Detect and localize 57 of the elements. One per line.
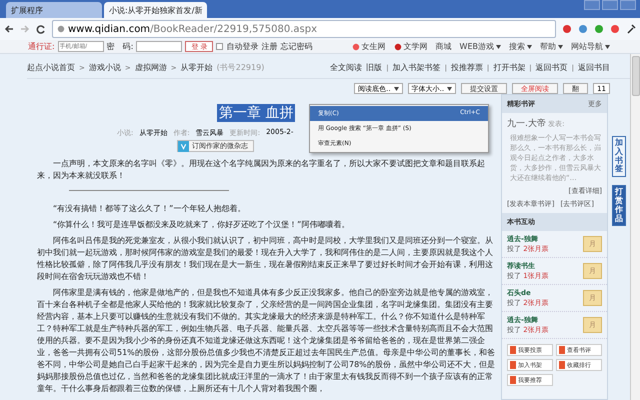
reload-icon[interactable] <box>36 24 46 34</box>
site-link[interactable]: WEB游戏 <box>460 41 494 52</box>
breadcrumb-link[interactable]: 起点小说首页 <box>27 62 75 73</box>
story-paragraph: 阿伟名叫吕伟是我的死党兼室友，从很小我们就认识了，初中同班，高中时是同校，大学里我们又是同班还分到一个寝室。从初中我们就一起玩游戏，那时候阿伟家的游戏室是我们的最爱！现在升入大学了，我和阿伟住的是二人间，主要原因就是我这个人性格比较孤僻，除了阿伟我几乎没有朋友！我们现在是大一新生，现在暑假刚结束反正来早了要过好长时间才会开始有课，利用这段时间在宿舍玩玩游戏也不错！ <box>36 235 494 283</box>
browser-tab[interactable]: 扩展程序 <box>6 2 102 18</box>
story-paragraph: “有没有搞错！都等了这么久了！”一个年轻人抱怨着。 <box>52 203 246 215</box>
caret-icon <box>394 86 399 90</box>
logo-icon <box>394 42 402 50</box>
url-host: www.qidian.com <box>68 24 150 34</box>
story-paragraph: “你算什么！我可是连早饭都没来及吃就来了，你好歹还吃了个汉堡！”阿伟嘟囔着。 <box>52 219 350 231</box>
close-button[interactable] <box>620 0 636 10</box>
password-field[interactable] <box>136 41 182 52</box>
nav-link[interactable]: 打开书架 <box>493 62 526 73</box>
minimize-button[interactable] <box>584 0 600 10</box>
caret-icon <box>527 44 532 48</box>
breadcrumb-link[interactable]: 虚拟网游 <box>134 62 167 73</box>
nav-link[interactable]: 加入书架书签 <box>392 62 441 73</box>
address-bar[interactable]: www.qidian.com/BookReader/22919,575080.aspx <box>52 20 556 38</box>
globe-icon <box>57 25 65 33</box>
forward-icon[interactable] <box>20 24 30 34</box>
site-link[interactable]: 网站导航 <box>571 41 603 52</box>
password-label: 密 码: <box>106 41 134 52</box>
forgot-password-link[interactable]: 忘记密码 <box>280 41 312 52</box>
register-link[interactable]: 注册 <box>261 41 278 52</box>
float-button[interactable]: 打赏作品 <box>612 185 626 226</box>
caret-icon <box>496 44 501 48</box>
nav-link[interactable]: 返回书页 <box>536 62 568 73</box>
caret-icon <box>605 44 610 48</box>
maximize-button[interactable] <box>602 0 618 10</box>
browser-tab[interactable]: 小说:从零开始独家首发/新 <box>104 2 208 18</box>
site-link[interactable]: 搜索 <box>509 41 525 52</box>
site-link[interactable]: 商城 <box>436 41 452 52</box>
logo-icon <box>352 42 360 50</box>
nav-link[interactable]: 返回书目 <box>578 62 610 73</box>
url-path: /BookReader/22919,575080.aspx <box>150 24 318 34</box>
chapter-title: 第一章 血拼 <box>217 104 296 122</box>
nav-link[interactable]: 投推荐票 <box>450 62 483 73</box>
auto-login-checkbox[interactable] <box>216 43 224 50</box>
scrollbar-thumb[interactable] <box>632 56 640 96</box>
review-author[interactable]: 九一.大帝 <box>507 119 546 129</box>
caret-icon <box>447 86 452 90</box>
site-link[interactable]: 帮助 <box>540 41 556 52</box>
notice-paragraph: 一点声明，本文原来的名字叫《零》。用现在这个名字纯属因为原来的名字重名了，所以大家不要试图把文章和题目联系起来，因为本来就没联系！ <box>36 158 486 182</box>
float-button[interactable]: 加入书签 <box>612 136 626 178</box>
nav-link[interactable]: 旧版 <box>366 62 382 73</box>
book-number: (书号22919) <box>216 62 264 73</box>
site-link[interactable]: 文学网 <box>404 41 428 52</box>
breadcrumb-link[interactable]: 游戏小说 <box>88 62 121 73</box>
story-paragraph: 阿伟家里是满有钱的，他家是做地产的，但是我也不知道具体有多少反正没我家多。他自己的卧室旁边就是他专属的游戏室，百十来台各种机子全都是他家人买给他的！我家就比较复杂了，父亲经营的是一间跨国企业集团，名字叫龙缘集团。集团没有主要经营内容，基本上只要可以赚钱的生意就没有我们不做的。其实龙缘最大的经济来源是特种军工。什么？你不知道什么是特种军工？特种军工就是生产特种兵器的军工，例如生物兵器、电子兵器、能量兵器、太空兵器等等一些技术含量特别高而且不会大范围使用的兵器。要不是因为我小少爷的身份还真不知道龙缘还做这东西呢！这个龙缘集团是爷爷留给爸爸的，现在是世界第二强企业，爸爸一共拥有公司51%的股份，这部分股份总值多少我也不清楚反正超过去年国民生产总值。母亲是中华公司的董事长，和爸爸不同，中华公司是她自己白手起家干起来的，因为完全是自力更生所以妈妈控制了公司78%的股份，虽然中华公司还不大，但是妈妈那接股份总值也过亿，当然和爸爸的龙缘集团比就成汪洋里的一滴水了！由于家里太有钱我反而得不到一个孩子应该有的正常童年。干什么事身后都跟着三位数的保镖，上厕所还有十几个人背对着我围个圈， <box>36 287 496 395</box>
nav-link[interactable]: 全文阅读 <box>330 62 362 73</box>
wrench-icon[interactable] <box>626 24 636 34</box>
auto-login-label: 自动登录 <box>226 41 258 52</box>
breadcrumb-link[interactable]: 从零开始 <box>180 62 213 73</box>
site-link[interactable]: 女生网 <box>362 41 386 52</box>
caret-icon <box>558 44 563 48</box>
back-icon[interactable] <box>4 24 14 34</box>
passport-label: 通行证: <box>28 41 55 52</box>
